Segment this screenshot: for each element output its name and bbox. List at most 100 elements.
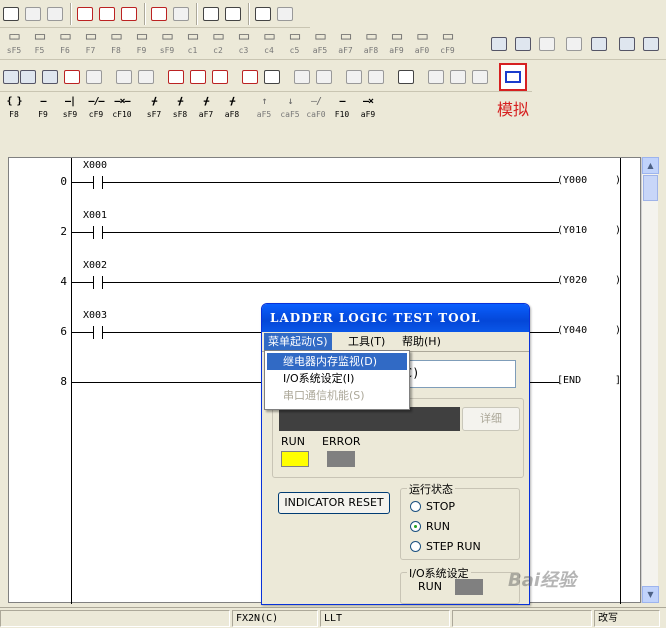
verify-icon[interactable] [274,3,296,25]
vertical-scrollbar[interactable]: ▲ ▼ [641,157,659,603]
edit-key-button-13[interactable]: —× aF9 [356,96,380,122]
tool-s-icon[interactable] [447,66,469,88]
key-label: c4 [264,46,274,55]
indicator-reset-button[interactable]: INDICATOR RESET [278,492,390,514]
tool-m-icon[interactable] [291,66,313,88]
output-coil[interactable]: (Y040 [557,325,587,336]
key-button-8[interactable]: ⊏⊐ c2 [206,32,230,58]
find-instruction-icon[interactable] [96,3,118,25]
edit-key-button-0[interactable]: { } F8 [2,96,26,122]
key-button-16[interactable]: ⊏⊐ aF0 [410,32,434,58]
tool-h-icon[interactable] [165,66,187,88]
key-button-11[interactable]: ⊏⊐ c5 [283,32,307,58]
device-comment-icon[interactable] [488,33,510,55]
find-device-icon[interactable] [74,3,96,25]
key-button-13[interactable]: ⊏⊐ aF7 [334,32,358,58]
key-button-6[interactable]: ⊏⊐ sF9 [155,32,179,58]
error-indicator-label: ERROR [322,435,361,448]
key-label: c2 [213,46,223,55]
tool-i-icon[interactable] [187,66,209,88]
key-button-9[interactable]: ⊏⊐ c3 [232,32,256,58]
window-icon[interactable] [616,33,638,55]
normally-open-contact[interactable] [93,226,103,239]
key-label: aF8 [363,46,379,55]
undo-icon[interactable] [44,3,66,25]
edit-key-button-4[interactable]: —×— cF10 [110,96,134,122]
key-button-10[interactable]: ⊏⊐ c4 [257,32,281,58]
edit-key-button-9[interactable]: ↑ aF5 [252,96,276,122]
tool-n-icon[interactable] [313,66,335,88]
tool-o-icon[interactable] [343,66,365,88]
tool-p-icon[interactable] [365,66,387,88]
tool-q-icon[interactable] [395,66,417,88]
tool-r-icon[interactable] [425,66,447,88]
grid-icon[interactable] [640,33,662,55]
tool-k-icon[interactable] [239,66,261,88]
key-button-1[interactable]: ⊏⊐ F5 [28,32,52,58]
key-button-5[interactable]: ⊏⊐ F9 [130,32,154,58]
radio-run[interactable] [410,521,421,532]
paste-icon[interactable] [22,3,44,25]
statement-icon[interactable] [512,33,534,55]
dropdown-item-0[interactable]: 继电器内存监视(D) [267,353,407,370]
output-coil[interactable]: (Y000 [557,175,587,186]
edit-key-button-3[interactable]: —/— cF9 [84,96,108,122]
key-button-12[interactable]: ⊏⊐ aF5 [308,32,332,58]
zoom-in-icon[interactable] [200,3,222,25]
key-button-15[interactable]: ⊏⊐ aF9 [385,32,409,58]
radio-stop[interactable] [410,501,421,512]
dropdown-item-1[interactable]: I/O系统设定(I) [267,370,407,387]
edit-key-button-10[interactable]: ↓ caF5 [278,96,302,122]
scroll-down-icon[interactable]: ▼ [642,586,659,603]
edit-key-button-6[interactable]: ᚋ sF8 [168,96,192,122]
menu-help[interactable]: 帮助(H) [398,333,445,351]
menu-tools[interactable]: 工具(T) [344,333,389,351]
note-icon[interactable] [563,33,585,55]
write-plc-icon[interactable] [148,3,170,25]
tool-f-icon[interactable] [113,66,135,88]
edit-key-button-2[interactable]: —| sF9 [58,96,82,122]
ladder-symbol-icon: ⊏⊐ [187,32,198,43]
output-coil[interactable]: [END [557,375,581,386]
tool-c-icon[interactable] [39,66,61,88]
find-contact-icon[interactable] [118,3,140,25]
zoom-out-icon[interactable] [222,3,244,25]
contact-label: X000 [83,160,108,171]
key-button-14[interactable]: ⊏⊐ aF8 [359,32,383,58]
tool-t-icon[interactable] [469,66,491,88]
error-check-icon[interactable] [536,33,558,55]
edit-key-button-11[interactable]: —/ caF0 [304,96,328,122]
key-button-4[interactable]: ⊏⊐ F8 [104,32,128,58]
print-icon[interactable] [0,3,22,25]
menu-start[interactable]: 菜单起动(S) [264,333,332,351]
monitor-icon[interactable] [252,3,274,25]
radio-step-run[interactable] [410,541,421,552]
read-plc-icon[interactable] [170,3,192,25]
normally-open-contact[interactable] [93,276,103,289]
key-button-17[interactable]: ⊏⊐ cF9 [436,32,460,58]
output-coil[interactable]: (Y010 [557,225,587,236]
edit-key-button-7[interactable]: ᚋ aF7 [194,96,218,122]
detail-button[interactable]: 详细 [462,407,520,431]
tool-g-icon[interactable] [135,66,157,88]
edit-key-button-8[interactable]: ᚋ aF8 [220,96,244,122]
tool-e-icon[interactable] [83,66,105,88]
edit-key-button-12[interactable]: — F10 [330,96,354,122]
edit-key-button-1[interactable]: — F9 [31,96,55,122]
scroll-thumb[interactable] [643,175,658,201]
scroll-up-icon[interactable]: ▲ [642,157,659,174]
tool-j-icon[interactable] [209,66,231,88]
normally-open-contact[interactable] [93,326,103,339]
key-button-2[interactable]: ⊏⊐ F6 [53,32,77,58]
list-icon[interactable] [588,33,610,55]
tool-d-icon[interactable] [61,66,83,88]
tool-b-icon[interactable] [17,66,39,88]
output-coil[interactable]: (Y020 [557,275,587,286]
simulation-button[interactable] [499,63,527,91]
key-button-3[interactable]: ⊏⊐ F7 [79,32,103,58]
normally-open-contact[interactable] [93,176,103,189]
tool-l-icon[interactable] [261,66,283,88]
key-button-0[interactable]: ⊏⊐ sF5 [2,32,26,58]
key-button-7[interactable]: ⊏⊐ c1 [181,32,205,58]
edit-key-button-5[interactable]: ᚋ sF7 [142,96,166,122]
